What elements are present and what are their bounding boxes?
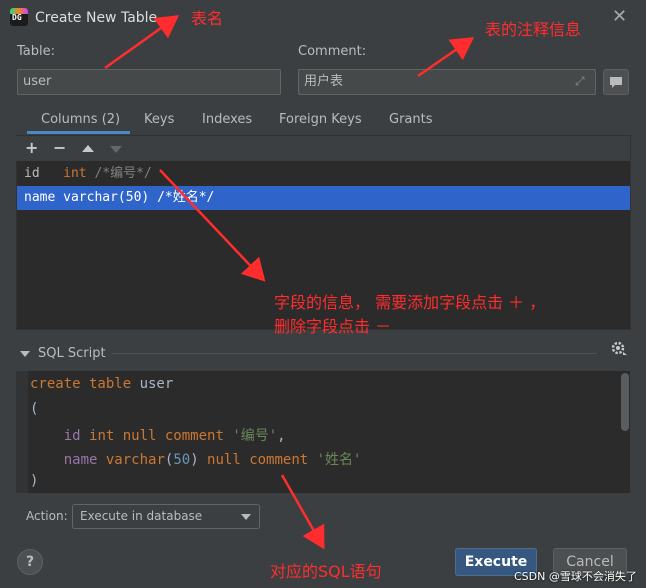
annotation-table-name: 表名 — [191, 9, 224, 28]
arrow-sql — [280, 474, 325, 550]
arrow-fields — [159, 169, 266, 282]
annotation-fields-line1: 字段的信息， 需要添加字段点击 ＋ ， — [274, 293, 546, 312]
arrow-table-comment — [417, 37, 475, 78]
annotation-fields-line2: 删除字段点击 － — [274, 317, 392, 336]
watermark: CSDN @雪球不会消失了 — [514, 570, 637, 583]
annotation-table-comment: 表的注释信息 — [485, 20, 582, 39]
arrow-table-name — [104, 15, 180, 70]
annotation-sql: 对应的SQL语句 — [270, 562, 382, 581]
